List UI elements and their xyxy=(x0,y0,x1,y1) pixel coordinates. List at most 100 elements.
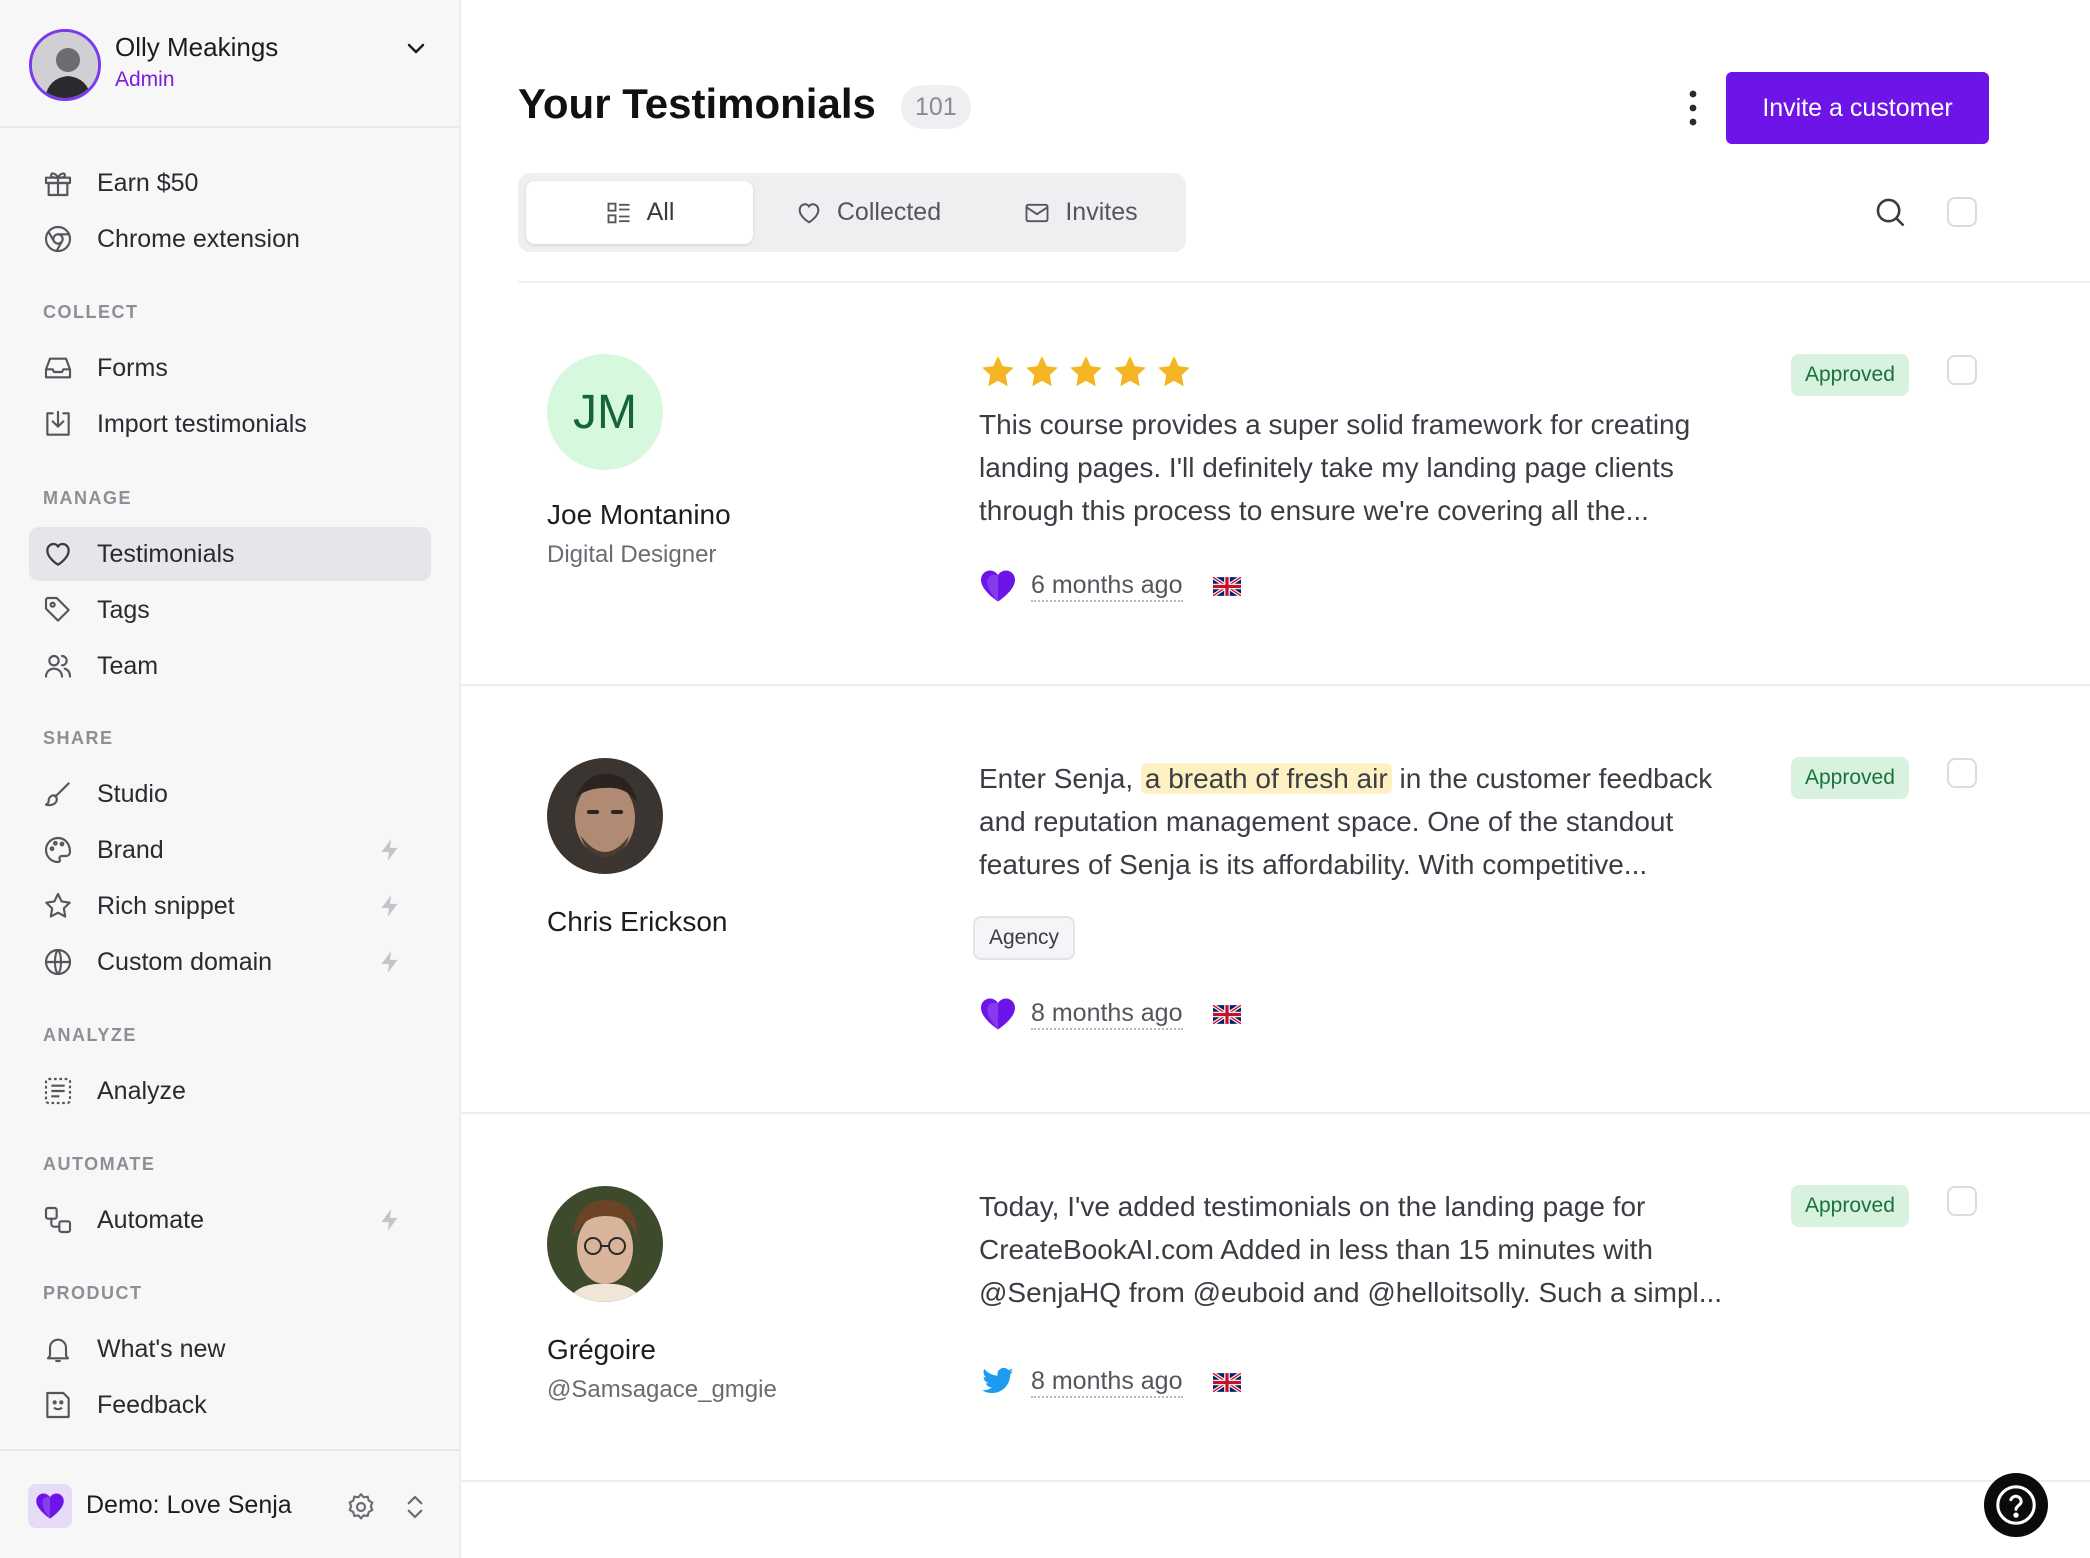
uk-flag-icon xyxy=(1212,576,1241,596)
sidebar-item-label: Import testimonials xyxy=(97,409,307,438)
help-icon xyxy=(1996,1485,2036,1525)
uk-flag-icon xyxy=(1212,1004,1241,1024)
bolt-icon xyxy=(381,839,398,861)
bolt-icon xyxy=(381,951,398,973)
section-analyze: ANALYZE xyxy=(43,1025,137,1045)
main-content: Your Testimonials 101 Invite a customer … xyxy=(461,0,2090,1558)
sidebar-item-label: Team xyxy=(97,651,159,680)
select-all-checkbox[interactable] xyxy=(1947,197,1977,227)
tag-chip[interactable]: Agency xyxy=(973,916,1076,960)
tab-collected[interactable]: Collected xyxy=(763,181,973,244)
sidebar-item-label: What's new xyxy=(97,1334,226,1363)
row-checkbox[interactable] xyxy=(1947,1186,1977,1216)
sidebar-item-label: Forms xyxy=(97,353,168,382)
sidebar-item-whats-new[interactable]: What's new xyxy=(29,1322,431,1376)
row-checkbox[interactable] xyxy=(1947,355,1977,385)
sidebar-item-feedback[interactable]: Feedback xyxy=(29,1378,431,1432)
sidebar-item-rich-snippet[interactable]: Rich snippet xyxy=(29,879,431,933)
bolt-icon xyxy=(381,1209,398,1231)
page-title: Your Testimonials xyxy=(518,80,876,127)
customer-handle: @Samsagace_gmgie xyxy=(547,1376,777,1403)
section-collect: COLLECT xyxy=(43,302,139,322)
profile-switcher[interactable]: Olly Meakings Admin xyxy=(0,0,459,128)
sidebar-item-label: Analyze xyxy=(97,1076,186,1105)
invite-customer-button[interactable]: Invite a customer xyxy=(1726,72,1989,144)
sidebar-item-label: Chrome extension xyxy=(97,224,300,253)
gear-icon[interactable] xyxy=(345,1491,377,1523)
star-icon xyxy=(1070,356,1102,387)
sidebar-item-label: Studio xyxy=(97,779,168,808)
twitter-icon xyxy=(979,1364,1017,1400)
help-button[interactable] xyxy=(1984,1473,2048,1537)
star-icon xyxy=(1114,356,1146,387)
project-switcher[interactable]: Demo: Love Senja xyxy=(0,1449,459,1558)
submitted-time[interactable]: 6 months ago xyxy=(1031,570,1183,602)
user-name: Olly Meakings xyxy=(115,32,279,62)
chevron-updown-icon[interactable] xyxy=(400,1491,430,1523)
tab-label: Invites xyxy=(1065,198,1138,226)
more-options-icon[interactable] xyxy=(1686,88,1700,128)
chrome-icon xyxy=(41,222,75,256)
gift-icon xyxy=(41,166,75,200)
sidebar-item-analyze[interactable]: Analyze xyxy=(29,1064,431,1118)
sidebar: Olly Meakings Admin Earn $50 Chrome exte… xyxy=(0,0,461,1558)
avatar xyxy=(547,1186,663,1302)
testimonial-text: Today, I've added testimonials on the la… xyxy=(979,1191,1723,1308)
search-icon[interactable] xyxy=(1873,195,1907,229)
list-icon xyxy=(607,202,630,223)
sidebar-item-tags[interactable]: Tags xyxy=(29,583,431,637)
team-icon xyxy=(41,649,75,683)
status-badge[interactable]: Approved xyxy=(1791,757,1909,799)
brush-icon xyxy=(41,777,75,811)
heart-icon xyxy=(41,537,75,571)
testimonial-card[interactable]: Chris Erickson Enter Senja, a breath of … xyxy=(461,686,2090,1114)
automate-icon xyxy=(41,1203,75,1237)
row-checkbox[interactable] xyxy=(1947,758,1977,788)
heart-icon xyxy=(798,202,820,223)
customer-name: Grégoire xyxy=(547,1334,656,1365)
submitted-time[interactable]: 8 months ago xyxy=(1031,1366,1183,1398)
sidebar-item-label: Custom domain xyxy=(97,947,273,976)
sidebar-item-earn[interactable]: Earn $50 xyxy=(29,156,431,210)
testimonial-text: This course provides a super solid frame… xyxy=(979,409,1691,526)
sidebar-item-forms[interactable]: Forms xyxy=(29,341,431,395)
tab-all[interactable]: All xyxy=(526,181,753,244)
mail-icon xyxy=(1025,203,1049,222)
tab-label: All xyxy=(646,198,675,226)
submitted-time[interactable]: 8 months ago xyxy=(1031,998,1183,1030)
sidebar-item-import[interactable]: Import testimonials xyxy=(29,397,431,451)
avatar xyxy=(547,758,663,874)
sidebar-item-custom-domain[interactable]: Custom domain xyxy=(29,935,431,989)
import-icon xyxy=(41,407,75,441)
analyze-icon xyxy=(41,1074,75,1108)
sidebar-item-label: Automate xyxy=(97,1205,205,1234)
section-product: PRODUCT xyxy=(43,1283,143,1303)
tab-invites[interactable]: Invites xyxy=(983,181,1178,244)
section-share: SHARE xyxy=(43,728,114,748)
testimonial-meta: 8 months ago xyxy=(979,1362,1241,1402)
sidebar-item-automate[interactable]: Automate xyxy=(29,1193,431,1247)
status-badge[interactable]: Approved xyxy=(1791,354,1909,396)
section-manage: MANAGE xyxy=(43,488,132,508)
bell-icon xyxy=(41,1332,75,1366)
sidebar-item-label: Earn $50 xyxy=(97,168,199,197)
sidebar-item-team[interactable]: Team xyxy=(29,639,431,693)
customer-name: Joe Montanino xyxy=(547,499,731,530)
testimonial-card[interactable]: JM Joe Montanino Digital Designer This c… xyxy=(461,283,2090,686)
sidebar-item-testimonials[interactable]: Testimonials xyxy=(29,527,431,581)
star-icon xyxy=(982,356,1014,387)
testimonial-card[interactable]: Grégoire @Samsagace_gmgie Today, I've ad… xyxy=(461,1114,2090,1482)
text-segment: Enter Senja, xyxy=(979,763,1141,794)
sidebar-item-studio[interactable]: Studio xyxy=(29,767,431,821)
star-icon xyxy=(41,889,75,923)
star-icon xyxy=(1026,356,1058,387)
sidebar-item-brand[interactable]: Brand xyxy=(29,823,431,877)
sidebar-item-chrome-extension[interactable]: Chrome extension xyxy=(29,212,431,266)
section-automate: AUTOMATE xyxy=(43,1154,156,1174)
chevron-down-icon[interactable] xyxy=(404,36,428,60)
customer-title: Digital Designer xyxy=(547,541,717,568)
star-rating xyxy=(979,353,1193,391)
customer-name: Chris Erickson xyxy=(547,906,728,937)
status-badge[interactable]: Approved xyxy=(1791,1185,1909,1227)
globe-icon xyxy=(41,945,75,979)
